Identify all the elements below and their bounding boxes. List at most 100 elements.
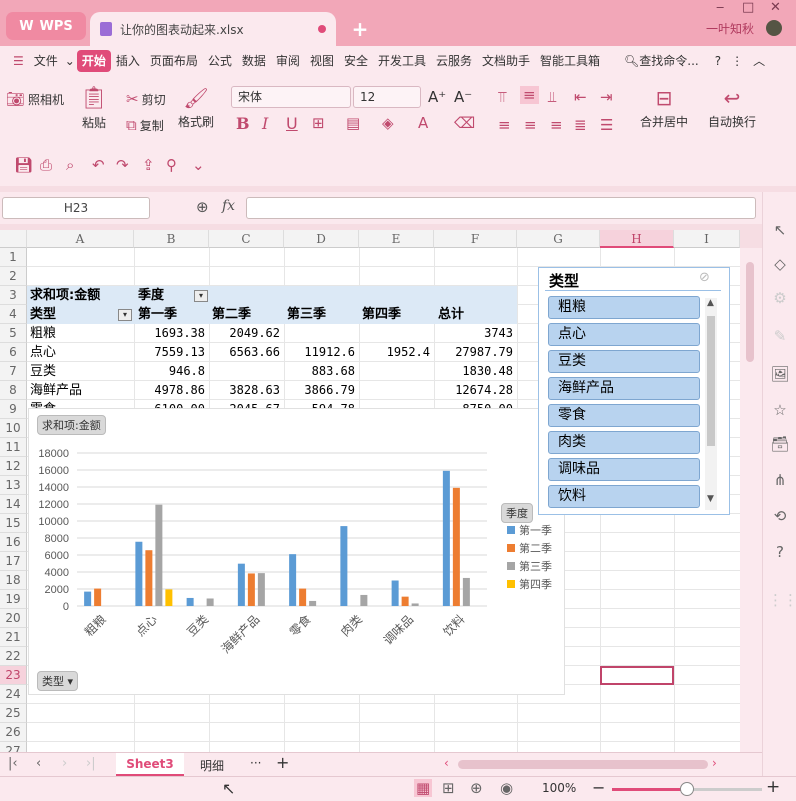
row-header-7[interactable]: 7: [0, 362, 27, 381]
image-icon[interactable]: 🖼︎: [768, 362, 792, 386]
customize-icon[interactable]: ⚲: [166, 156, 177, 174]
row-header-23[interactable]: 23: [0, 666, 27, 685]
slicer-panel[interactable]: 类型 ⊘ 粗粮 点心 豆类 海鲜产品 零食 肉类 调味品 饮料 ▲ ▼: [538, 267, 730, 515]
column-header-h[interactable]: H: [600, 230, 674, 248]
borders-icon[interactable]: ⊞: [312, 114, 325, 132]
normal-view-icon[interactable]: ▦: [414, 779, 433, 797]
menu-view[interactable]: 视图: [305, 50, 339, 72]
row-header-11[interactable]: 11: [0, 438, 27, 457]
row-header-21[interactable]: 21: [0, 628, 27, 647]
menu-smart-tools[interactable]: 智能工具箱: [535, 50, 605, 72]
row-header-9[interactable]: 9: [0, 400, 27, 419]
row-header-5[interactable]: 5: [0, 324, 27, 343]
decrease-indent-icon[interactable]: ⇤: [574, 88, 587, 106]
distributed-icon[interactable]: ☰: [600, 116, 613, 134]
column-header-g[interactable]: G: [517, 230, 600, 248]
menu-cloud[interactable]: 云服务: [431, 50, 477, 72]
eye-protection-icon[interactable]: ◉: [500, 779, 513, 797]
menu-home[interactable]: 开始: [76, 50, 111, 72]
decrease-font-icon[interactable]: A⁻: [454, 88, 472, 106]
collapse-ribbon-icon[interactable]: ︿: [748, 50, 770, 72]
justify-icon[interactable]: ≣: [574, 116, 587, 134]
increase-indent-icon[interactable]: ⇥: [600, 88, 613, 106]
page-layout-view-icon[interactable]: ⊕: [470, 779, 483, 797]
pivot-chart[interactable]: 0 2000 4000 6000 8000 10000 12000 14000 16000 180…: [28, 408, 565, 695]
hscroll-right-icon[interactable]: ›: [712, 756, 717, 770]
row-header-6[interactable]: 6: [0, 343, 27, 362]
column-header-b[interactable]: B: [134, 230, 209, 248]
row-header-22[interactable]: 22: [0, 647, 27, 666]
user-name[interactable]: 一叶知秋: [706, 20, 754, 37]
menu-file[interactable]: 文件: [29, 50, 63, 72]
fx-icon[interactable]: fx: [222, 198, 235, 214]
row-header-1[interactable]: 1: [0, 248, 27, 267]
row-header-13[interactable]: 13: [0, 476, 27, 495]
align-bottom-icon[interactable]: ⫫: [548, 88, 556, 106]
prev-sheet-icon[interactable]: ‹: [36, 756, 41, 771]
formula-input[interactable]: [246, 197, 756, 219]
help-icon[interactable]: ?: [710, 50, 726, 72]
shapes-icon[interactable]: ◇: [768, 252, 792, 276]
slicer-item[interactable]: 豆类: [548, 350, 700, 373]
align-left-icon[interactable]: ≡: [498, 116, 511, 134]
vertical-scrollbar[interactable]: [740, 248, 762, 752]
close-button[interactable]: ✕: [770, 0, 781, 15]
row-header-2[interactable]: 2: [0, 267, 27, 286]
new-tab-button[interactable]: +: [345, 16, 375, 42]
bold-button[interactable]: B: [236, 114, 250, 133]
row-header-3[interactable]: 3: [0, 286, 27, 305]
sheet-grid[interactable]: A B C D E F G H I 1 2 3 4 5 6 7 8 9 10 11 12 13 14 15 16 17 18 19 20…: [0, 230, 740, 752]
camera-button[interactable]: 📷︎ 照相机: [6, 90, 64, 108]
paste-button[interactable]: 📋︎ 粘贴: [80, 86, 108, 131]
slicer-item[interactable]: 调味品: [548, 458, 700, 481]
align-middle-icon[interactable]: ≡: [520, 86, 539, 104]
cursor-icon[interactable]: ↖: [768, 218, 792, 242]
row-header-27[interactable]: 27: [0, 742, 27, 752]
font-size-select[interactable]: 12: [353, 86, 421, 108]
column-field-filter-button[interactable]: ▾: [194, 290, 208, 302]
format-painter-button[interactable]: 🖌︎ 格式刷: [178, 86, 214, 130]
sheet-tab-detail[interactable]: 明细: [200, 757, 224, 774]
next-sheet-icon[interactable]: ›: [62, 756, 67, 771]
share-network-icon[interactable]: ⋔: [768, 468, 792, 492]
menu-insert[interactable]: 插入: [111, 50, 145, 72]
row-header-14[interactable]: 14: [0, 495, 27, 514]
underline-button[interactable]: U: [286, 114, 298, 133]
menu-developer[interactable]: 开发工具: [373, 50, 431, 72]
row-header-19[interactable]: 19: [0, 590, 27, 609]
chart-legend-field-button[interactable]: 季度: [501, 503, 533, 523]
scroll-down-icon[interactable]: ▼: [707, 494, 714, 504]
chart-axis-field-button[interactable]: 类型 ▾: [37, 671, 79, 691]
row-field-filter-button[interactable]: ▾: [118, 309, 132, 321]
fill-color-icon[interactable]: ◈: [382, 114, 394, 132]
scroll-up-icon[interactable]: ▲: [707, 298, 714, 308]
last-sheet-icon[interactable]: ›|: [86, 756, 96, 771]
name-box[interactable]: H23: [2, 197, 150, 219]
hamburger-icon[interactable]: ☰: [8, 50, 29, 72]
row-header-10[interactable]: 10: [0, 419, 27, 438]
history-icon[interactable]: ⟲: [768, 504, 792, 528]
increase-font-icon[interactable]: A⁺: [428, 88, 446, 106]
italic-button[interactable]: I: [262, 114, 268, 133]
row-header-18[interactable]: 18: [0, 571, 27, 590]
more-sheets-icon[interactable]: ···: [250, 756, 261, 770]
align-top-icon[interactable]: ⫪: [498, 88, 506, 106]
slicer-item[interactable]: 零食: [548, 404, 700, 427]
row-header-16[interactable]: 16: [0, 533, 27, 552]
print-icon[interactable]: ⎙: [40, 156, 52, 174]
wrap-text-button[interactable]: ↩ 自动换行: [708, 86, 756, 130]
menu-formulas[interactable]: 公式: [203, 50, 237, 72]
menu-doc-assistant[interactable]: 文档助手: [477, 50, 535, 72]
merge-center-button[interactable]: ⊟ 合并居中: [640, 86, 688, 130]
font-name-select[interactable]: 宋体: [231, 86, 351, 108]
row-header-4[interactable]: 4: [0, 305, 27, 324]
slicer-item[interactable]: 海鲜产品: [548, 377, 700, 400]
menu-security[interactable]: 安全: [339, 50, 373, 72]
search-command[interactable]: 🔍︎查找命令...: [619, 50, 704, 72]
row-header-15[interactable]: 15: [0, 514, 27, 533]
cut-button[interactable]: ✂ 剪切: [126, 90, 166, 108]
page-break-view-icon[interactable]: ⊞: [442, 779, 455, 797]
menu-review[interactable]: 审阅: [271, 50, 305, 72]
scroll-thumb[interactable]: [746, 262, 754, 362]
apps-icon[interactable]: ⋮⋮: [768, 588, 796, 612]
